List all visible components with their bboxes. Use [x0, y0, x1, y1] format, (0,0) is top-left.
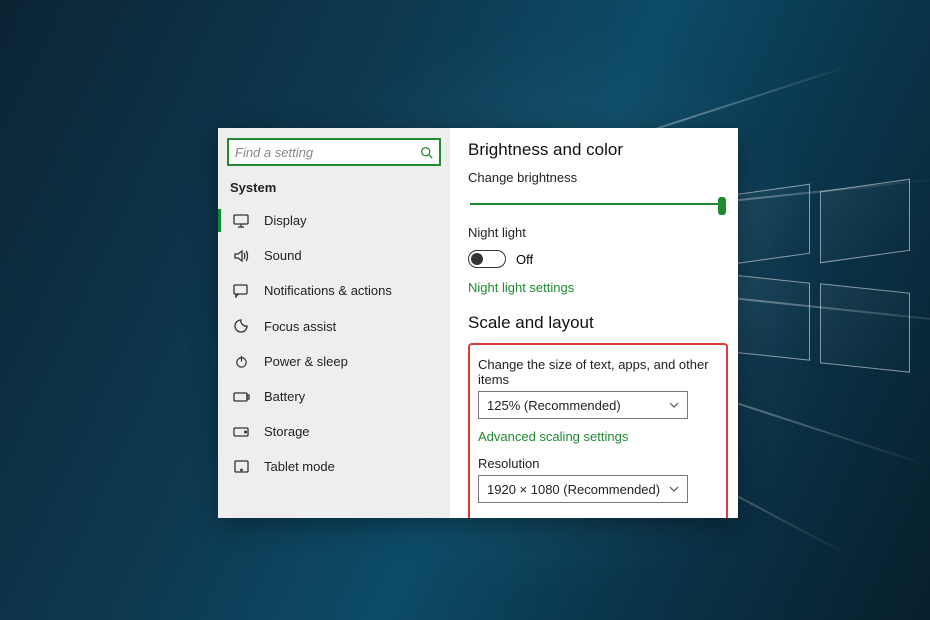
sidebar-item-label: Focus assist: [264, 319, 336, 334]
tablet-icon: [232, 460, 250, 473]
nightlight-settings-link[interactable]: Night light settings: [468, 280, 574, 295]
sidebar-item-label: Power & sleep: [264, 354, 348, 369]
battery-icon: [232, 391, 250, 403]
search-icon: [420, 146, 433, 159]
nightlight-toggle[interactable]: [468, 250, 506, 268]
display-icon: [232, 214, 250, 228]
sidebar-nav: Display Sound No: [218, 203, 450, 484]
sidebar-item-display[interactable]: Display: [218, 203, 450, 238]
sound-icon: [232, 249, 250, 263]
scale-label: Change the size of text, apps, and other…: [478, 357, 718, 387]
settings-sidebar: System Display Sou: [218, 128, 450, 518]
brightness-label: Change brightness: [468, 170, 728, 185]
settings-content: Brightness and color Change brightness N…: [450, 128, 738, 518]
sidebar-item-label: Battery: [264, 389, 305, 404]
sidebar-item-focus-assist[interactable]: Focus assist: [218, 308, 450, 344]
sidebar-item-tablet-mode[interactable]: Tablet mode: [218, 449, 450, 484]
desktop-background: System Display Sou: [0, 0, 930, 620]
focus-assist-icon: [232, 318, 250, 334]
resolution-label: Resolution: [478, 456, 718, 471]
resolution-dropdown-value: 1920 × 1080 (Recommended): [487, 482, 660, 497]
brightness-slider[interactable]: [470, 195, 726, 213]
search-input[interactable]: [235, 145, 420, 160]
scale-dropdown[interactable]: 125% (Recommended): [478, 391, 688, 419]
sidebar-item-power-sleep[interactable]: Power & sleep: [218, 344, 450, 379]
storage-icon: [232, 427, 250, 437]
sidebar-item-label: Notifications & actions: [264, 283, 392, 298]
search-input-wrapper[interactable]: [227, 138, 441, 166]
nightlight-label: Night light: [468, 225, 728, 240]
scale-highlight-box: Change the size of text, apps, and other…: [468, 343, 728, 518]
chevron-down-icon: [669, 402, 679, 408]
nightlight-state: Off: [516, 252, 533, 267]
sidebar-item-notifications[interactable]: Notifications & actions: [218, 273, 450, 308]
resolution-dropdown[interactable]: 1920 × 1080 (Recommended): [478, 475, 688, 503]
sidebar-item-sound[interactable]: Sound: [218, 238, 450, 273]
notifications-icon: [232, 284, 250, 298]
sidebar-item-label: Sound: [264, 248, 302, 263]
settings-window: System Display Sou: [218, 128, 738, 518]
sidebar-section-title: System: [218, 176, 450, 203]
sidebar-item-label: Storage: [264, 424, 310, 439]
sidebar-item-label: Display: [264, 213, 307, 228]
sidebar-item-storage[interactable]: Storage: [218, 414, 450, 449]
sidebar-item-label: Tablet mode: [264, 459, 335, 474]
scale-dropdown-value: 125% (Recommended): [487, 398, 621, 413]
scale-heading: Scale and layout: [468, 313, 728, 333]
chevron-down-icon: [669, 486, 679, 492]
power-icon: [232, 354, 250, 369]
brightness-heading: Brightness and color: [468, 140, 728, 160]
advanced-scaling-link[interactable]: Advanced scaling settings: [478, 429, 628, 444]
sidebar-item-battery[interactable]: Battery: [218, 379, 450, 414]
